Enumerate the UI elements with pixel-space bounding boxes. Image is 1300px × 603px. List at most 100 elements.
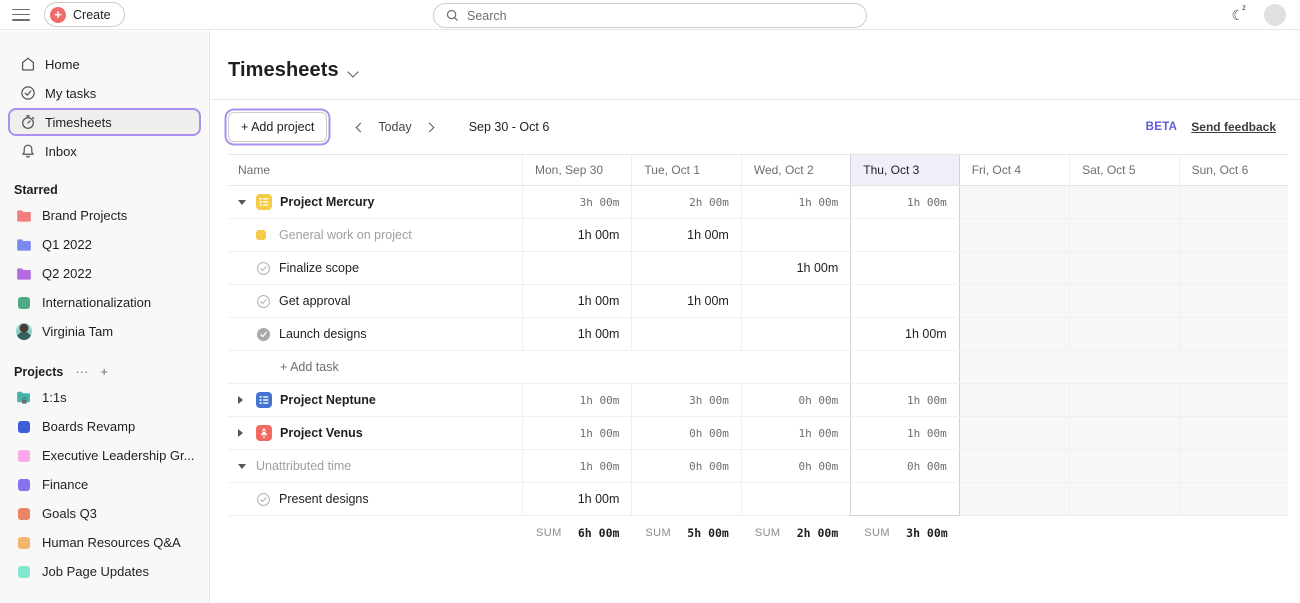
time-cell-day-1[interactable]: 1h 00m: [631, 285, 740, 317]
row-name-task[interactable]: Finalize scope: [228, 252, 522, 284]
time-cell-day-6[interactable]: [1179, 186, 1288, 218]
row-name-task[interactable]: General work on project: [228, 219, 522, 251]
section-more-icon[interactable]: ···: [75, 364, 88, 379]
row-name-task[interactable]: Get approval: [228, 285, 522, 317]
time-cell-day-4[interactable]: [960, 483, 1069, 515]
time-cell-day-4[interactable]: [960, 219, 1069, 251]
time-cell-day-5[interactable]: [1069, 219, 1178, 251]
color-swatch-icon[interactable]: [256, 230, 271, 240]
prev-week-button[interactable]: [349, 116, 371, 138]
caret-down-icon[interactable]: [238, 464, 256, 469]
time-cell-day-0[interactable]: [522, 252, 631, 284]
sidebar-item-human-resources-q-a[interactable]: Human Resources Q&A: [0, 528, 209, 557]
time-cell-day-1[interactable]: 3h 00m: [631, 384, 740, 416]
time-cell-day-2[interactable]: [741, 219, 850, 251]
user-avatar[interactable]: [1264, 4, 1286, 26]
sidebar-toggle-icon[interactable]: [12, 9, 30, 21]
caret-right-icon[interactable]: [238, 429, 256, 437]
time-cell-day-2[interactable]: [741, 351, 850, 383]
sidebar-item-brand-projects[interactable]: Brand Projects: [0, 201, 209, 230]
sidebar-item-timesheets[interactable]: Timesheets: [8, 108, 201, 136]
sidebar-item-boards-revamp[interactable]: Boards Revamp: [0, 412, 209, 441]
task-check-icon[interactable]: [256, 294, 271, 309]
time-cell-day-4[interactable]: [960, 285, 1069, 317]
row-name-project[interactable]: Project Venus: [228, 417, 522, 449]
time-cell-day-5[interactable]: [1069, 186, 1178, 218]
time-cell-day-4[interactable]: [960, 186, 1069, 218]
time-cell-day-6[interactable]: [1179, 318, 1288, 350]
row-name-task[interactable]: Launch designs: [228, 318, 522, 350]
row-name-project[interactable]: Project Mercury: [228, 186, 522, 218]
row-name-task[interactable]: Present designs: [228, 483, 522, 515]
time-cell-day-3[interactable]: 1h 00m: [850, 186, 959, 218]
sidebar-item-internationalization[interactable]: Internationalization: [0, 288, 209, 317]
sidebar-item-virginia-tam[interactable]: Virginia Tam: [0, 317, 209, 346]
time-cell-day-0[interactable]: 3h 00m: [522, 186, 631, 218]
time-cell-day-3[interactable]: [850, 219, 959, 251]
time-cell-day-2[interactable]: 1h 00m: [741, 252, 850, 284]
time-cell-day-6[interactable]: [1179, 285, 1288, 317]
time-cell-day-5[interactable]: [1069, 351, 1178, 383]
sidebar-item-home[interactable]: Home: [8, 50, 201, 78]
create-button[interactable]: + Create: [44, 2, 125, 27]
sidebar-item-q1-2022[interactable]: Q1 2022: [0, 230, 209, 259]
next-week-button[interactable]: [419, 116, 441, 138]
time-cell-day-5[interactable]: [1069, 384, 1178, 416]
time-cell-day-6[interactable]: [1179, 483, 1288, 515]
send-feedback-link[interactable]: Send feedback: [1191, 120, 1276, 134]
time-cell-day-0[interactable]: [522, 351, 631, 383]
sidebar-item-executive-leadership-gr-[interactable]: Executive Leadership Gr...: [0, 441, 209, 470]
time-cell-day-4[interactable]: [960, 417, 1069, 449]
time-cell-day-3[interactable]: 1h 00m: [850, 417, 959, 449]
time-cell-day-0[interactable]: 1h 00m: [522, 318, 631, 350]
sidebar-item-my-tasks[interactable]: My tasks: [8, 79, 201, 107]
time-cell-day-5[interactable]: [1069, 318, 1178, 350]
time-cell-day-4[interactable]: [960, 351, 1069, 383]
section-add-icon[interactable]: +: [100, 364, 108, 379]
time-cell-day-3[interactable]: [850, 285, 959, 317]
caret-right-icon[interactable]: [238, 396, 256, 404]
time-cell-day-5[interactable]: [1069, 285, 1178, 317]
time-cell-day-3[interactable]: 0h 00m: [850, 450, 959, 482]
time-cell-day-5[interactable]: [1069, 483, 1178, 515]
add-project-button[interactable]: + Add project: [228, 112, 327, 142]
sidebar-item-goals-q3[interactable]: Goals Q3: [0, 499, 209, 528]
time-cell-day-2[interactable]: 1h 00m: [741, 186, 850, 218]
time-cell-day-5[interactable]: [1069, 252, 1178, 284]
time-cell-day-4[interactable]: [960, 252, 1069, 284]
time-cell-day-1[interactable]: 0h 00m: [631, 450, 740, 482]
sidebar-item-finance[interactable]: Finance: [0, 470, 209, 499]
time-cell-day-2[interactable]: [741, 285, 850, 317]
task-complete-icon[interactable]: [256, 327, 271, 342]
time-cell-day-3[interactable]: [850, 351, 959, 383]
time-cell-day-0[interactable]: 1h 00m: [522, 285, 631, 317]
task-check-icon[interactable]: [256, 492, 271, 507]
time-cell-day-6[interactable]: [1179, 351, 1288, 383]
time-cell-day-4[interactable]: [960, 450, 1069, 482]
time-cell-day-3[interactable]: [850, 252, 959, 284]
time-cell-day-5[interactable]: [1069, 417, 1178, 449]
today-button[interactable]: Today: [378, 120, 411, 134]
page-title-chevron-down-icon[interactable]: [347, 66, 358, 77]
sidebar-item-q2-2022[interactable]: Q2 2022: [0, 259, 209, 288]
time-cell-day-1[interactable]: [631, 483, 740, 515]
sidebar-item-job-page-updates[interactable]: Job Page Updates: [0, 557, 209, 586]
sidebar-item-1-1s[interactable]: 1:1s: [0, 383, 209, 412]
time-cell-day-0[interactable]: 1h 00m: [522, 450, 631, 482]
time-cell-day-2[interactable]: 1h 00m: [741, 417, 850, 449]
time-cell-day-1[interactable]: 0h 00m: [631, 417, 740, 449]
time-cell-day-5[interactable]: [1069, 450, 1178, 482]
time-cell-day-2[interactable]: 0h 00m: [741, 450, 850, 482]
task-check-icon[interactable]: [256, 261, 271, 276]
time-cell-day-2[interactable]: [741, 483, 850, 515]
time-cell-day-6[interactable]: [1179, 450, 1288, 482]
time-cell-day-6[interactable]: [1179, 252, 1288, 284]
time-cell-day-1[interactable]: 1h 00m: [631, 219, 740, 251]
caret-down-icon[interactable]: [238, 200, 256, 205]
time-cell-day-1[interactable]: [631, 318, 740, 350]
time-cell-day-0[interactable]: 1h 00m: [522, 417, 631, 449]
time-cell-day-3[interactable]: 1h 00m: [850, 384, 959, 416]
time-cell-day-3[interactable]: [850, 483, 959, 516]
row-name-project[interactable]: Unattributed time: [228, 450, 522, 482]
search-input[interactable]: Search: [433, 3, 867, 28]
